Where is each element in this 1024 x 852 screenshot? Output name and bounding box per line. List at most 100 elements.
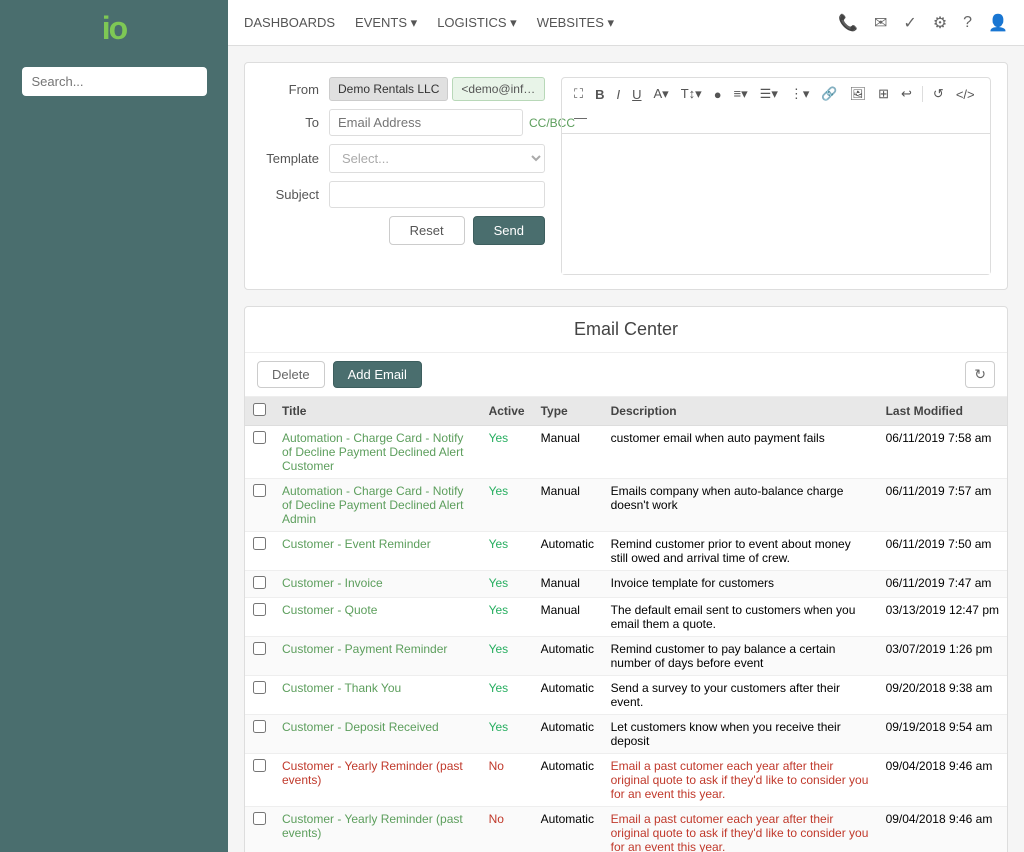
from-fields: Demo Rentals LLC <demo@inflatableoffice.… [329,77,545,101]
from-label: From [261,82,329,97]
email-active: Yes [481,637,533,676]
email-active: No [481,807,533,852]
email-active: Yes [481,676,533,715]
email-type: Manual [533,426,603,479]
table-row: Customer - Yearly Reminder (past events)… [245,754,1007,807]
email-last-modified: 09/04/2018 9:46 am [878,754,1007,807]
email-last-modified: 06/11/2019 7:57 am [878,479,1007,532]
template-select[interactable]: Select... [329,144,545,173]
toolbar-code[interactable]: </> [952,85,979,104]
refresh-button[interactable]: ↻ [965,361,995,388]
row-checkbox[interactable] [253,642,266,655]
toolbar-align[interactable]: ≡▾ [730,84,752,104]
editor-body[interactable] [562,134,990,274]
email-type: Manual [533,598,603,637]
nav-events[interactable]: EVENTS ▾ [355,15,417,31]
email-active: Yes [481,598,533,637]
toolbar-italic[interactable]: I [613,85,625,104]
row-checkbox[interactable] [253,576,266,589]
nav-dashboards[interactable]: DASHBOARDS [244,15,335,30]
reset-button[interactable]: Reset [389,216,465,245]
topnav-icons: 📞 ✉ ✓ ⚙ ? 👤 [838,13,1008,33]
email-description: Email a past cutomer each year after the… [603,807,878,852]
email-active: Yes [481,715,533,754]
toolbar-underline[interactable]: U [628,85,645,104]
search-input[interactable] [22,67,207,96]
email-description: Remind customer prior to event about mon… [603,532,878,571]
row-checkbox[interactable] [253,720,266,733]
send-button[interactable]: Send [473,216,545,245]
toolbar-ordered-list[interactable]: ☰▾ [756,84,782,104]
email-center: Email Center Delete Add Email ↻ Title Ac… [244,306,1008,852]
add-email-button[interactable]: Add Email [333,361,422,388]
sidebar: io [0,0,228,852]
email-last-modified: 06/11/2019 7:58 am [878,426,1007,479]
row-checkbox[interactable] [253,537,266,550]
table-row: Automation - Charge Card - Notify of Dec… [245,479,1007,532]
toolbar-bullet-color[interactable]: ● [710,85,726,104]
toolbar-fullscreen[interactable]: ⛶ [570,84,587,104]
select-all-checkbox[interactable] [253,403,266,416]
nav-logistics[interactable]: LOGISTICS ▾ [437,15,517,31]
user-icon[interactable]: 👤 [988,13,1008,33]
phone-icon[interactable]: 📞 [838,13,858,33]
table-row: Customer - InvoiceYesManualInvoice templ… [245,571,1007,598]
to-email-input[interactable] [329,109,523,136]
email-last-modified: 09/19/2018 9:54 am [878,715,1007,754]
table-row: Customer - Payment ReminderYesAutomaticR… [245,637,1007,676]
toolbar-image[interactable]: 🖼 [846,84,871,104]
compose-buttons: Reset Send [261,216,545,245]
email-title-link[interactable]: Customer - Yearly Reminder (past events) [282,759,463,787]
toolbar-table[interactable]: ⊞ [874,84,893,104]
main-area: DASHBOARDS EVENTS ▾ LOGISTICS ▾ WEBSITES… [228,0,1024,852]
mail-icon[interactable]: ✉ [874,13,887,33]
email-description: Send a survey to your customers after th… [603,676,878,715]
subject-label: Subject [261,187,329,202]
email-description: Email a past cutomer each year after the… [603,754,878,807]
row-checkbox[interactable] [253,603,266,616]
row-checkbox[interactable] [253,759,266,772]
toolbar-link[interactable]: 🔗 [817,84,841,104]
editor-toolbar: ⛶ B I U A▾ T↕▾ ● ≡▾ ☰▾ ⋮▾ 🔗 🖼 ⊞ ↩ ↺ < [562,78,990,134]
nav-websites[interactable]: WEBSITES ▾ [537,15,614,31]
row-checkbox[interactable] [253,431,266,444]
email-title-link[interactable]: Customer - Quote [282,603,377,617]
delete-button[interactable]: Delete [257,361,325,388]
toolbar-undo[interactable]: ↩ [897,84,916,104]
email-title-link[interactable]: Customer - Deposit Received [282,720,439,734]
compose-from-row: From Demo Rentals LLC <demo@inflatableof… [261,77,545,101]
email-type: Manual [533,479,603,532]
toolbar-font-color[interactable]: A▾ [650,84,673,104]
subject-input[interactable] [329,181,545,208]
email-title-link[interactable]: Customer - Invoice [282,576,383,590]
email-last-modified: 06/11/2019 7:50 am [878,532,1007,571]
email-title-link[interactable]: Customer - Thank You [282,681,401,695]
help-icon[interactable]: ? [963,14,972,32]
toolbar-bold[interactable]: B [591,85,608,104]
email-active: Yes [481,532,533,571]
row-checkbox[interactable] [253,681,266,694]
row-checkbox[interactable] [253,484,266,497]
toolbar-redo[interactable]: ↺ [929,84,948,104]
email-title-link[interactable]: Customer - Payment Reminder [282,642,447,656]
compose-form: From Demo Rentals LLC <demo@inflatableof… [261,77,545,275]
email-type: Automatic [533,532,603,571]
table-row: Automation - Charge Card - Notify of Dec… [245,426,1007,479]
check-icon[interactable]: ✓ [903,13,916,33]
editor-panel: ⛶ B I U A▾ T↕▾ ● ≡▾ ☰▾ ⋮▾ 🔗 🖼 ⊞ ↩ ↺ < [561,77,991,275]
email-last-modified: 06/11/2019 7:47 am [878,571,1007,598]
email-title-link[interactable]: Customer - Yearly Reminder (past events) [282,812,463,840]
email-active: No [481,754,533,807]
email-description: Let customers know when you receive thei… [603,715,878,754]
email-title-link[interactable]: Customer - Event Reminder [282,537,431,551]
col-title: Title [274,397,481,426]
email-title-link[interactable]: Automation - Charge Card - Notify of Dec… [282,431,463,473]
email-type: Automatic [533,637,603,676]
email-title-link[interactable]: Automation - Charge Card - Notify of Dec… [282,484,463,526]
gear-icon[interactable]: ⚙ [933,13,947,33]
toolbar-hr[interactable]: — [570,108,591,127]
toolbar-unordered-list[interactable]: ⋮▾ [786,84,814,104]
email-type: Automatic [533,754,603,807]
toolbar-font-size[interactable]: T↕▾ [677,84,706,104]
row-checkbox[interactable] [253,812,266,825]
